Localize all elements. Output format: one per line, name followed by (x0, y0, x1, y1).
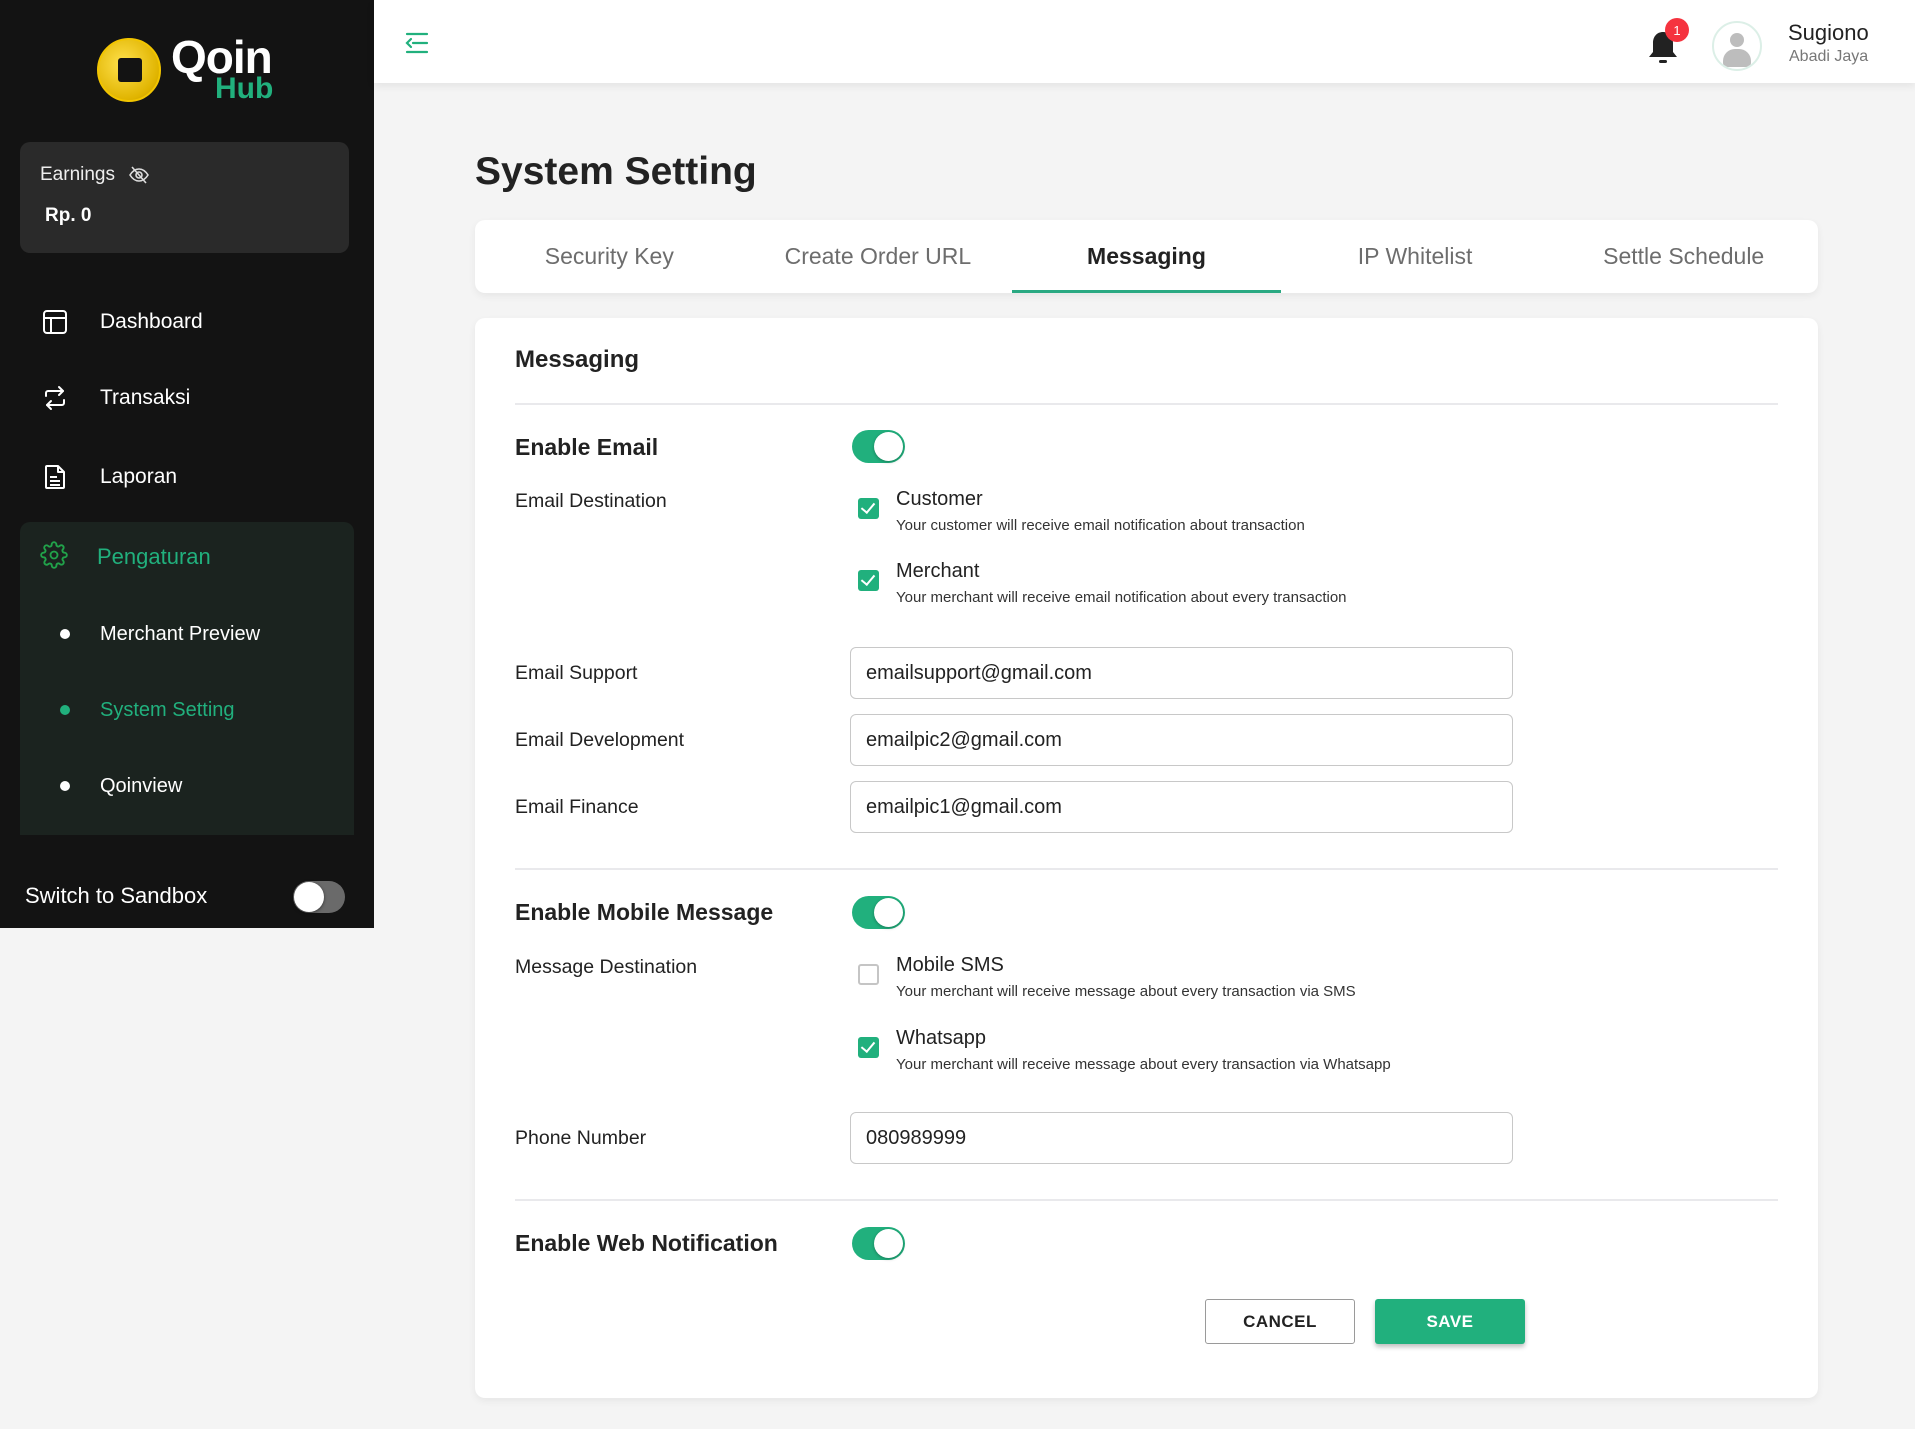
sidebar-item-label: Transaksi (100, 386, 191, 409)
coin-logo-icon (97, 38, 161, 102)
avatar-body (1723, 49, 1751, 67)
qoin-hub-logo[interactable]: Qoin Hub (97, 31, 287, 106)
option-description: Your merchant will receive message about… (896, 983, 1356, 1000)
sidebar-subitem-label: Qoinview (100, 774, 183, 797)
sidebar-item-label: Laporan (100, 465, 178, 488)
option-description: Your merchant will receive email notific… (896, 589, 1347, 606)
email-support-input[interactable] (850, 647, 1513, 699)
tab-messaging[interactable]: Messaging (1012, 220, 1281, 293)
option-title: Customer (896, 488, 983, 510)
eye-off-icon[interactable] (129, 166, 149, 184)
earnings-label: Earnings (40, 164, 115, 185)
bullet-icon (60, 705, 70, 715)
enable-email-toggle[interactable] (852, 430, 905, 463)
sandbox-label: Switch to Sandbox (25, 883, 208, 908)
sidebar-group-label: Pengaturan (97, 544, 211, 569)
merchant-checkbox[interactable] (858, 570, 879, 591)
cancel-button[interactable]: CANCEL (1205, 1299, 1355, 1344)
save-button[interactable]: SAVE (1375, 1299, 1525, 1344)
enable-email-label: Enable Email (515, 434, 659, 460)
enable-web-notification-label: Enable Web Notification (515, 1230, 778, 1256)
avatar-head (1730, 33, 1744, 47)
earnings-value: Rp. 0 (45, 205, 92, 226)
divider (515, 403, 1778, 405)
user-name[interactable]: Sugiono (1788, 20, 1869, 46)
divider (515, 868, 1778, 870)
collapse-menu-icon[interactable] (405, 31, 429, 55)
sidebar-item-laporan[interactable]: Laporan (0, 452, 374, 502)
sidebar-subitem-label: System Setting (100, 698, 235, 721)
sidebar-subitem-qoinview[interactable]: Qoinview (20, 764, 354, 808)
notification-badge: 1 (1665, 18, 1689, 42)
dashboard-icon (42, 309, 68, 335)
bullet-icon (60, 629, 70, 639)
enable-mobile-toggle[interactable] (852, 896, 905, 929)
whatsapp-checkbox[interactable] (858, 1037, 879, 1058)
customer-checkbox[interactable] (858, 498, 879, 519)
brand-sub: Hub (215, 72, 274, 105)
option-title: Whatsapp (896, 1027, 987, 1049)
document-icon (42, 464, 68, 490)
enable-web-notification-toggle[interactable] (852, 1227, 905, 1260)
sms-checkbox[interactable] (858, 964, 879, 985)
card-title: Messaging (515, 346, 640, 373)
phone-number-input[interactable] (850, 1112, 1513, 1164)
sidebar-item-transaksi[interactable]: Transaksi (0, 373, 374, 423)
settings-tabs: Security Key Create Order URL Messaging … (475, 220, 1818, 293)
tab-security-key[interactable]: Security Key (475, 220, 744, 293)
transfer-icon (42, 385, 68, 411)
email-finance-label: Email Finance (515, 796, 639, 818)
bullet-icon (60, 781, 70, 791)
option-title: Mobile SMS (896, 954, 1004, 976)
message-destination-label: Message Destination (515, 956, 698, 978)
tab-settle-schedule[interactable]: Settle Schedule (1549, 220, 1818, 293)
avatar[interactable] (1712, 21, 1762, 71)
email-development-input[interactable] (850, 714, 1513, 766)
sidebar-subitem-merchant-preview[interactable]: Merchant Preview (20, 612, 354, 656)
tab-create-order-url[interactable]: Create Order URL (744, 220, 1013, 293)
gear-icon (40, 540, 68, 574)
enable-mobile-label: Enable Mobile Message (515, 899, 774, 925)
email-development-label: Email Development (515, 729, 685, 751)
sidebar-group-pengaturan: Pengaturan Merchant Preview System Setti… (20, 522, 354, 835)
email-destination-label: Email Destination (515, 490, 667, 512)
option-description: Your customer will receive email notific… (896, 517, 1305, 534)
sidebar: Qoin Hub Earnings Rp. 0 Dashboard Transa… (0, 0, 374, 928)
sidebar-subitem-label: Merchant Preview (100, 622, 261, 645)
option-description: Your merchant will receive message about… (896, 1056, 1391, 1073)
sandbox-switch-row: Switch to Sandbox (25, 878, 345, 914)
email-finance-input[interactable] (850, 781, 1513, 833)
email-support-label: Email Support (515, 662, 638, 684)
top-header: 1 Sugiono Abadi Jaya (374, 0, 1915, 83)
sidebar-subitem-system-setting[interactable]: System Setting (20, 688, 354, 732)
page-title: System Setting (475, 150, 757, 193)
tab-ip-whitelist[interactable]: IP Whitelist (1281, 220, 1550, 293)
earnings-card: Earnings Rp. 0 (20, 142, 349, 253)
phone-number-label: Phone Number (515, 1127, 647, 1149)
messaging-card: Messaging Enable Email Email Destination… (475, 318, 1818, 1398)
user-org: Abadi Jaya (1789, 48, 1869, 65)
sandbox-toggle[interactable] (293, 881, 345, 913)
divider (515, 1199, 1778, 1201)
sidebar-item-label: Dashboard (100, 310, 203, 333)
sidebar-item-pengaturan[interactable]: Pengaturan (20, 532, 354, 582)
sidebar-item-dashboard[interactable]: Dashboard (0, 297, 374, 347)
option-title: Merchant (896, 560, 980, 582)
